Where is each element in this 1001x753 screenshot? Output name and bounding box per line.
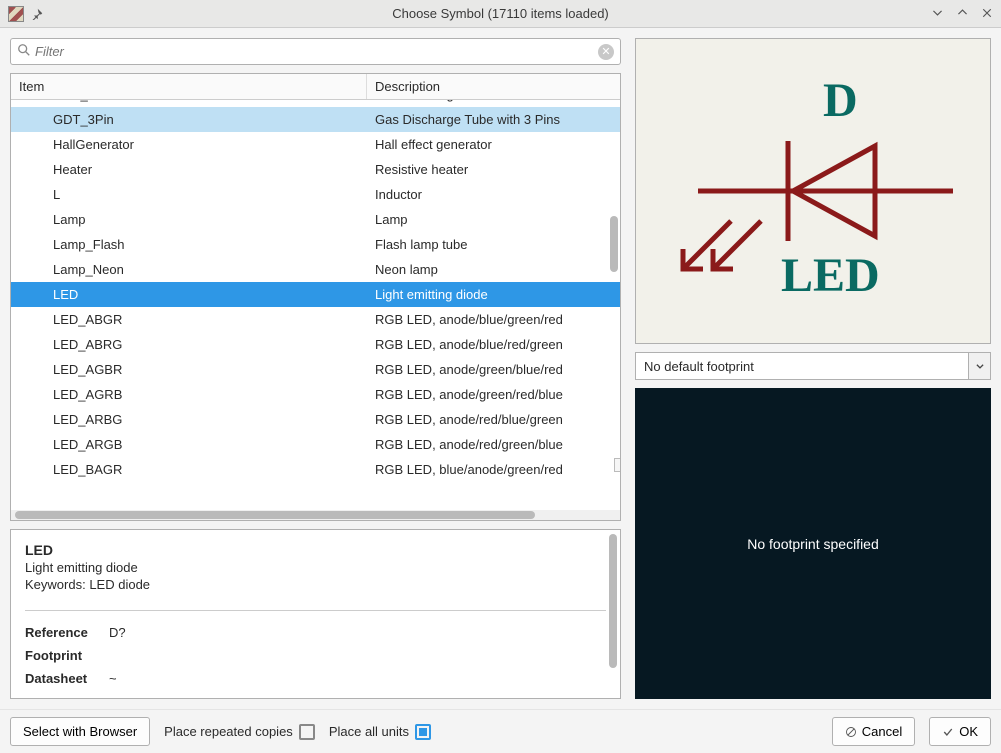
table-row[interactable]: GDT_3PinGas Discharge Tube with 3 Pins — [11, 107, 620, 132]
row-description: Lamp — [367, 212, 620, 227]
detail-keywords: Keywords: LED diode — [25, 577, 606, 592]
row-description: Gas Discharge Tube with 3 Pins — [367, 112, 620, 127]
select-with-browser-button[interactable]: Select with Browser — [10, 717, 150, 746]
row-item: LED_ARBG — [11, 412, 367, 427]
table-row[interactable]: LED_ARBGRGB LED, anode/red/blue/green — [11, 407, 620, 432]
row-item: GDT_3Pin — [11, 112, 367, 127]
checkbox-icon — [299, 724, 315, 740]
row-item: LED_AGBR — [11, 362, 367, 377]
row-description: RGB LED, anode/red/green/blue — [367, 437, 620, 452]
row-description: RGB LED, anode/green/red/blue — [367, 387, 620, 402]
table-row[interactable]: LampLamp — [11, 207, 620, 232]
row-item: L — [11, 187, 367, 202]
horizontal-scrollbar[interactable] — [11, 510, 620, 520]
place-repeated-checkbox[interactable]: Place repeated copies — [164, 724, 315, 740]
table-row[interactable]: LED_AGRBRGB LED, anode/green/red/blue — [11, 382, 620, 407]
list-header: Item Description — [11, 74, 620, 100]
symbol-preview[interactable]: D LED — [635, 38, 991, 344]
close-button[interactable] — [981, 6, 993, 22]
row-item: LED_AGRB — [11, 387, 367, 402]
footprint-preview[interactable]: No footprint specified — [635, 388, 991, 699]
row-description: Inductor — [367, 187, 620, 202]
table-row[interactable]: HeaterResistive heater — [11, 157, 620, 182]
window-title: Choose Symbol (17110 items loaded) — [68, 6, 933, 21]
led-symbol-icon: D LED — [653, 61, 973, 321]
filter-bar: ✕ — [10, 38, 621, 65]
chevron-down-icon[interactable] — [968, 353, 990, 379]
column-item[interactable]: Item — [11, 74, 367, 99]
minimize-button[interactable] — [931, 6, 944, 22]
detail-footprint: Footprint — [25, 648, 606, 663]
vertical-scrollbar[interactable] — [610, 216, 618, 272]
details-panel: LED Light emitting diode Keywords: LED d… — [10, 529, 621, 699]
row-description: RGB LED, anode/red/blue/green — [367, 412, 620, 427]
check-icon — [942, 726, 954, 738]
row-description: RGB LED, blue/anode/green/red — [367, 462, 620, 477]
row-description: Flash lamp tube — [367, 237, 620, 252]
maximize-button[interactable] — [956, 6, 969, 22]
row-item: Heater — [11, 162, 367, 177]
row-description: Resistive heater — [367, 162, 620, 177]
titlebar: Choose Symbol (17110 items loaded) — [0, 0, 1001, 28]
pin-icon[interactable] — [30, 7, 44, 21]
checkbox-icon — [415, 724, 431, 740]
row-item: Lamp_Flash — [11, 237, 367, 252]
table-row[interactable]: HallGeneratorHall effect generator — [11, 132, 620, 157]
symbol-list: Item Description GDT_2PinGas Discharge T… — [10, 73, 621, 521]
table-row[interactable]: Lamp_FlashFlash lamp tube — [11, 232, 620, 257]
table-row[interactable]: LEDLight emitting diode — [11, 282, 620, 307]
row-item: GDT_2Pin — [11, 100, 367, 102]
footprint-preview-message: No footprint specified — [747, 536, 879, 552]
detail-description: Light emitting diode — [25, 560, 606, 575]
table-row[interactable]: LInductor — [11, 182, 620, 207]
svg-text:D: D — [823, 74, 858, 127]
pane-resize-grip[interactable] — [614, 458, 620, 472]
row-item: LED_ARGB — [11, 437, 367, 452]
table-row[interactable]: LED_ARGBRGB LED, anode/red/green/blue — [11, 432, 620, 457]
cancel-icon — [845, 726, 857, 738]
cancel-button[interactable]: Cancel — [832, 717, 915, 746]
row-item: HallGenerator — [11, 137, 367, 152]
row-item: LED_BAGR — [11, 462, 367, 477]
footprint-select-text: No default footprint — [636, 359, 968, 374]
row-description: RGB LED, anode/green/blue/red — [367, 362, 620, 377]
table-row[interactable]: LED_AGBRRGB LED, anode/green/blue/red — [11, 357, 620, 382]
svg-text:LED: LED — [781, 249, 880, 302]
table-row[interactable]: LED_BAGRRGB LED, blue/anode/green/red — [11, 457, 620, 482]
row-description: Neon lamp — [367, 262, 620, 277]
place-all-units-checkbox[interactable]: Place all units — [329, 724, 431, 740]
table-row[interactable]: GDT_2PinGas Discharge Tube with 2 Pins — [11, 100, 620, 107]
row-item: Lamp — [11, 212, 367, 227]
row-description: RGB LED, anode/blue/green/red — [367, 312, 620, 327]
table-row[interactable]: Lamp_NeonNeon lamp — [11, 257, 620, 282]
app-icon — [8, 6, 24, 22]
detail-datasheet: Datasheet ~ — [25, 671, 606, 686]
detail-reference: Reference D? — [25, 625, 606, 640]
row-item: LED_ABRG — [11, 337, 367, 352]
row-item: LED — [11, 287, 367, 302]
column-description[interactable]: Description — [367, 74, 620, 99]
ok-button[interactable]: OK — [929, 717, 991, 746]
row-item: Lamp_Neon — [11, 262, 367, 277]
clear-filter-icon[interactable]: ✕ — [598, 44, 614, 60]
footprint-select[interactable]: No default footprint — [635, 352, 991, 380]
row-description: RGB LED, anode/blue/red/green — [367, 337, 620, 352]
bottom-bar: Select with Browser Place repeated copie… — [0, 709, 1001, 753]
row-description: Hall effect generator — [367, 137, 620, 152]
table-row[interactable]: LED_ABGRRGB LED, anode/blue/green/red — [11, 307, 620, 332]
filter-input[interactable] — [35, 44, 594, 59]
detail-name: LED — [25, 542, 606, 558]
row-description: Light emitting diode — [367, 287, 620, 302]
details-scrollbar[interactable] — [609, 534, 617, 668]
search-icon — [17, 43, 31, 60]
table-row[interactable]: LED_ABRGRGB LED, anode/blue/red/green — [11, 332, 620, 357]
row-item: LED_ABGR — [11, 312, 367, 327]
row-description: Gas Discharge Tube with 2 Pins — [367, 100, 620, 102]
